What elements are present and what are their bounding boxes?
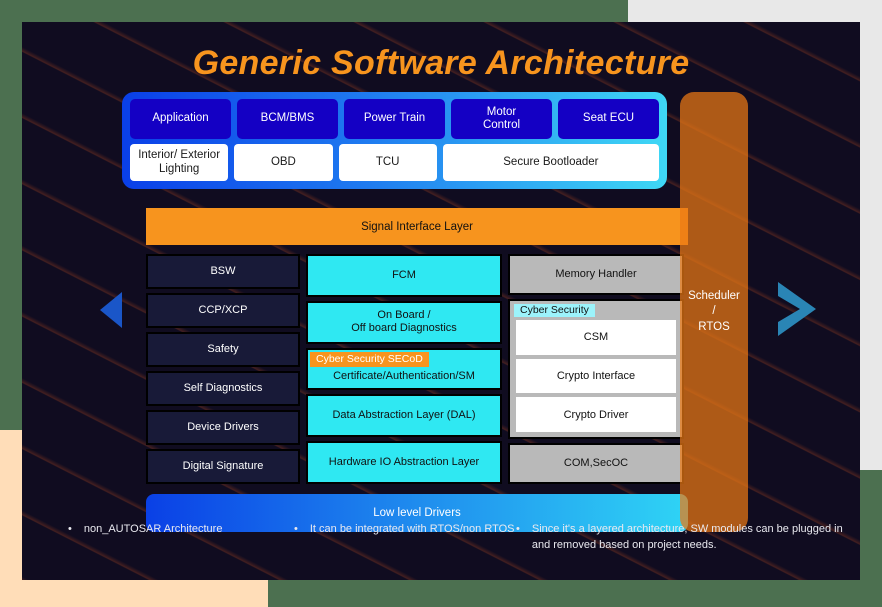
cell-crypto-driver[interactable]: Crypto Driver xyxy=(516,397,676,433)
cell-cyber-security-secod[interactable]: Cyber Security SECoD Certificate/Authent… xyxy=(306,347,502,391)
backdrop-gray-top xyxy=(628,0,882,22)
application-layer-container: Application BCM/BMS Power Train Motor Con… xyxy=(122,92,667,189)
cell-digital-signature[interactable]: Digital Signature xyxy=(146,449,300,484)
architecture-grid: BSW CCP/XCP Safety Self Diagnostics Devi… xyxy=(146,254,688,484)
cyber-security-secod-tag: Cyber Security SECoD xyxy=(310,351,429,367)
application-service-row: Interior/ Exterior Lighting OBD TCU Secur… xyxy=(130,144,659,181)
cell-crypto-interface[interactable]: Crypto Interface xyxy=(516,358,676,394)
cell-csm[interactable]: CSM xyxy=(516,319,676,355)
cell-hardware-io-abstraction-layer[interactable]: Hardware IO Abstraction Layer xyxy=(306,441,502,484)
ecu-box-application[interactable]: Application xyxy=(130,99,231,139)
bullet-marker-icon: • xyxy=(68,523,72,535)
service-box-secure-bootloader[interactable]: Secure Bootloader xyxy=(442,144,659,181)
service-box-tcu[interactable]: TCU xyxy=(338,144,437,181)
cell-safety[interactable]: Safety xyxy=(146,332,300,367)
column-memory-security: Memory Handler Cyber Security CSM Crypto… xyxy=(508,254,684,484)
slide-canvas: Generic Software Architecture Applicatio… xyxy=(22,22,860,580)
cell-device-drivers[interactable]: Device Drivers xyxy=(146,410,300,445)
backdrop-gray-right xyxy=(860,0,882,470)
cell-onboard-offboard-diagnostics[interactable]: On Board / Off board Diagnostics xyxy=(306,300,502,344)
ecu-box-motor-control[interactable]: Motor Control xyxy=(451,99,552,139)
bullet-marker-icon: • xyxy=(294,523,298,535)
bullet-text-2: It can be integrated with RTOS/non RTOS xyxy=(309,523,515,535)
column-bsw: BSW CCP/XCP Safety Self Diagnostics Devi… xyxy=(146,254,300,484)
cell-com-secoc[interactable]: COM,SecOC xyxy=(508,443,684,484)
service-box-interior-exterior-lighting[interactable]: Interior/ Exterior Lighting xyxy=(130,144,229,181)
signal-interface-layer-bar[interactable]: Signal Interface Layer xyxy=(146,208,688,245)
cell-self-diagnostics[interactable]: Self Diagnostics xyxy=(146,371,300,406)
bullet-item-3: • Since it's a layered architecture, SW … xyxy=(516,522,846,580)
cell-bsw[interactable]: BSW xyxy=(146,254,300,289)
cyber-security-tag: Cyber Security xyxy=(514,303,595,317)
ecu-box-power-train[interactable]: Power Train xyxy=(344,99,445,139)
application-ecu-row: Application BCM/BMS Power Train Motor Con… xyxy=(130,99,659,139)
scheduler-rtos-column[interactable]: Scheduler / RTOS xyxy=(680,92,748,532)
bullet-item-1: • non_AUTOSAR Architecture xyxy=(32,522,294,580)
bullet-text-3: Since it's a layered architecture, SW mo… xyxy=(531,523,843,551)
ecu-box-bcm-bms[interactable]: BCM/BMS xyxy=(237,99,338,139)
cell-data-abstraction-layer[interactable]: Data Abstraction Layer (DAL) xyxy=(306,394,502,438)
page-title: Generic Software Architecture xyxy=(192,44,690,82)
bullet-text-1: non_AUTOSAR Architecture xyxy=(83,523,223,535)
bullet-marker-icon: • xyxy=(516,523,520,535)
cell-memory-handler[interactable]: Memory Handler xyxy=(508,254,684,295)
bullet-list: • non_AUTOSAR Architecture • It can be i… xyxy=(32,522,860,580)
cell-ccp-xcp[interactable]: CCP/XCP xyxy=(146,293,300,328)
cell-fcm[interactable]: FCM xyxy=(306,254,502,297)
cyber-security-group: Cyber Security CSM Crypto Interface Cryp… xyxy=(508,298,684,440)
service-box-obd[interactable]: OBD xyxy=(234,144,333,181)
ecu-box-seat-ecu[interactable]: Seat ECU xyxy=(558,99,659,139)
arrow-left-icon xyxy=(100,292,122,328)
chevron-right-icon xyxy=(778,282,816,336)
bullet-item-2: • It can be integrated with RTOS/non RTO… xyxy=(294,522,516,580)
certificate-authentication-label: Certificate/Authentication/SM xyxy=(333,369,475,382)
column-middle-services: FCM On Board / Off board Diagnostics Cybe… xyxy=(306,254,502,484)
